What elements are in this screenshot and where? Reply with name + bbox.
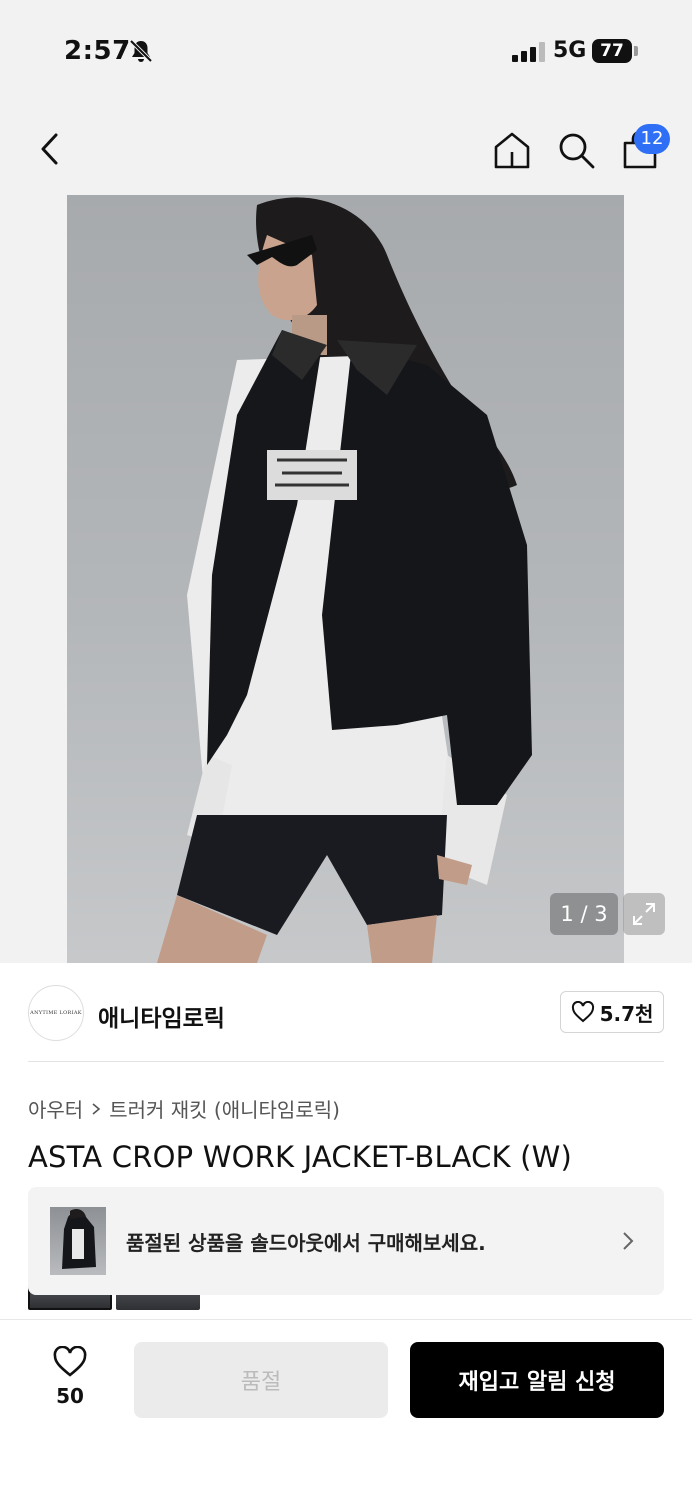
cellular-signal-icon	[512, 42, 545, 62]
bell-muted-icon	[129, 39, 153, 63]
brand-row: ANYTIME LORIAK 애니타임로릭 5.7천	[0, 963, 692, 1063]
chevron-right-icon	[623, 1232, 634, 1250]
restock-alert-button[interactable]: 재입고 알림 신청	[410, 1342, 664, 1418]
heart-outline-icon	[53, 1345, 87, 1377]
search-icon	[559, 133, 595, 169]
image-page-counter: 1 / 3	[550, 893, 618, 935]
breadcrumb: 아우터 트러커 재킷 (애니타임로릭)	[28, 1094, 340, 1123]
search-button[interactable]	[554, 128, 598, 172]
model-illustration	[157, 197, 532, 963]
soldout-banner-text: 품절된 상품을 솔드아웃에서 구매해보세요.	[126, 1231, 486, 1255]
back-button[interactable]	[28, 127, 72, 171]
expand-image-button[interactable]	[623, 893, 665, 935]
heart-outline-icon	[571, 1001, 594, 1023]
soldout-banner[interactable]: 품절된 상품을 솔드아웃에서 구매해보세요.	[28, 1187, 664, 1295]
nav-bar	[0, 100, 692, 195]
product-gallery[interactable]: 1 / 3	[0, 195, 692, 963]
wish-count: 50	[56, 1384, 84, 1408]
brand-name[interactable]: 애니타임로릭	[98, 999, 225, 1033]
chevron-left-icon	[41, 133, 58, 165]
brand-like-count: 5.7천	[599, 1001, 654, 1026]
brand-logo[interactable]: ANYTIME LORIAK	[28, 985, 84, 1041]
battery-level: 77	[600, 41, 624, 61]
home-icon	[494, 132, 530, 169]
expand-icon	[633, 903, 655, 925]
status-bar: 2:57 5G 77	[0, 0, 692, 100]
chevron-right-icon	[92, 1102, 101, 1115]
battery-icon: 77	[592, 39, 632, 63]
status-time: 2:57	[64, 36, 131, 66]
soldout-button: 품절	[134, 1342, 388, 1418]
breadcrumb-category[interactable]: 아우터	[28, 1094, 83, 1123]
product-title: ASTA CROP WORK JACKET-BLACK (W)	[28, 1140, 573, 1174]
divider	[28, 1061, 664, 1062]
breadcrumb-subcategory[interactable]: 트러커 재킷 (애니타임로릭)	[109, 1094, 340, 1123]
network-type: 5G	[553, 38, 587, 63]
brand-like-button[interactable]: 5.7천	[560, 991, 664, 1033]
soldout-button-label: 품절	[240, 1370, 282, 1395]
brand-logo-text: ANYTIME LORIAK	[30, 1010, 82, 1016]
home-button[interactable]	[490, 128, 534, 172]
product-image[interactable]	[67, 195, 624, 963]
restock-alert-button-label: 재입고 알림 신청	[458, 1370, 616, 1395]
bottom-action-bar: 50 품절 재입고 알림 신청	[0, 1320, 692, 1500]
battery-tip	[634, 46, 638, 56]
cart-count-badge: 12	[634, 124, 670, 154]
banner-product-thumbnail	[50, 1207, 106, 1275]
wish-button[interactable]: 50	[36, 1345, 104, 1408]
